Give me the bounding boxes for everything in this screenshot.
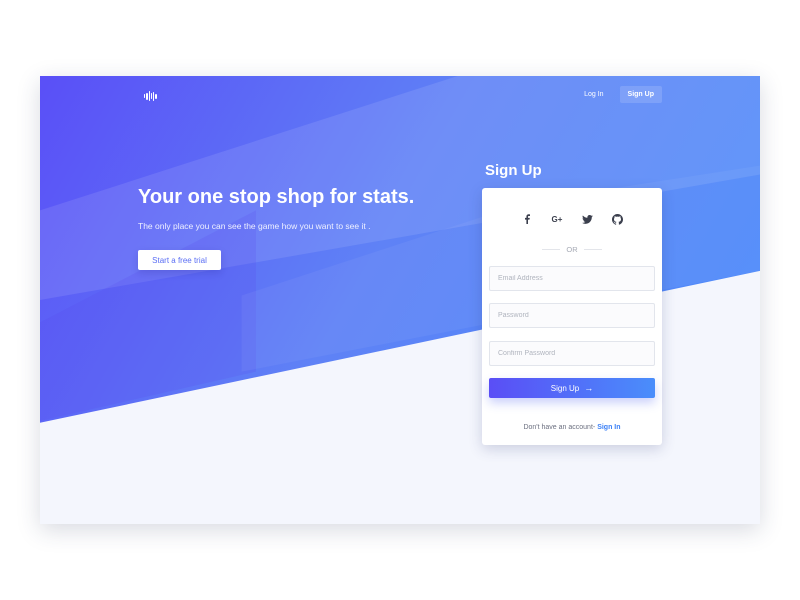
github-icon[interactable] — [610, 212, 624, 226]
or-label: OR — [566, 245, 578, 254]
or-divider: OR — [482, 245, 662, 254]
login-link[interactable]: Log In — [578, 87, 609, 102]
soundwave-logo-icon[interactable] — [144, 90, 157, 102]
email-field[interactable] — [489, 266, 655, 291]
signup-card: G+ OR Sign Up → Don't have an account- S… — [482, 188, 662, 445]
password-field[interactable] — [489, 303, 655, 328]
signin-prompt-text: Don't have an account- — [523, 424, 596, 431]
signup-title: Sign Up — [485, 162, 542, 179]
social-login-row: G+ — [482, 212, 662, 226]
nav-signup-button[interactable]: Sign Up — [619, 86, 662, 103]
signup-submit-button[interactable]: Sign Up → — [489, 378, 655, 398]
facebook-icon[interactable] — [520, 212, 534, 226]
signin-link[interactable]: Sign In — [597, 424, 620, 431]
google-plus-icon[interactable]: G+ — [550, 212, 564, 226]
start-trial-button[interactable]: Start a free trial — [138, 250, 221, 270]
divider-line — [583, 249, 602, 250]
twitter-icon[interactable] — [580, 212, 594, 226]
confirm-password-field[interactable] — [489, 341, 655, 366]
submit-label: Sign Up — [550, 383, 580, 393]
top-nav: Log In Sign Up — [578, 86, 662, 103]
divider-line — [542, 249, 561, 250]
arrow-right-icon: → — [584, 383, 594, 393]
signin-prompt: Don't have an account- Sign In — [482, 424, 662, 431]
hero-subline: The only place you can see the game how … — [138, 221, 371, 231]
landing-page: Log In Sign Up Your one stop shop for st… — [40, 76, 760, 524]
google-plus-glyph: G+ — [551, 214, 563, 224]
hero-headline: Your one stop shop for stats. — [138, 186, 415, 208]
